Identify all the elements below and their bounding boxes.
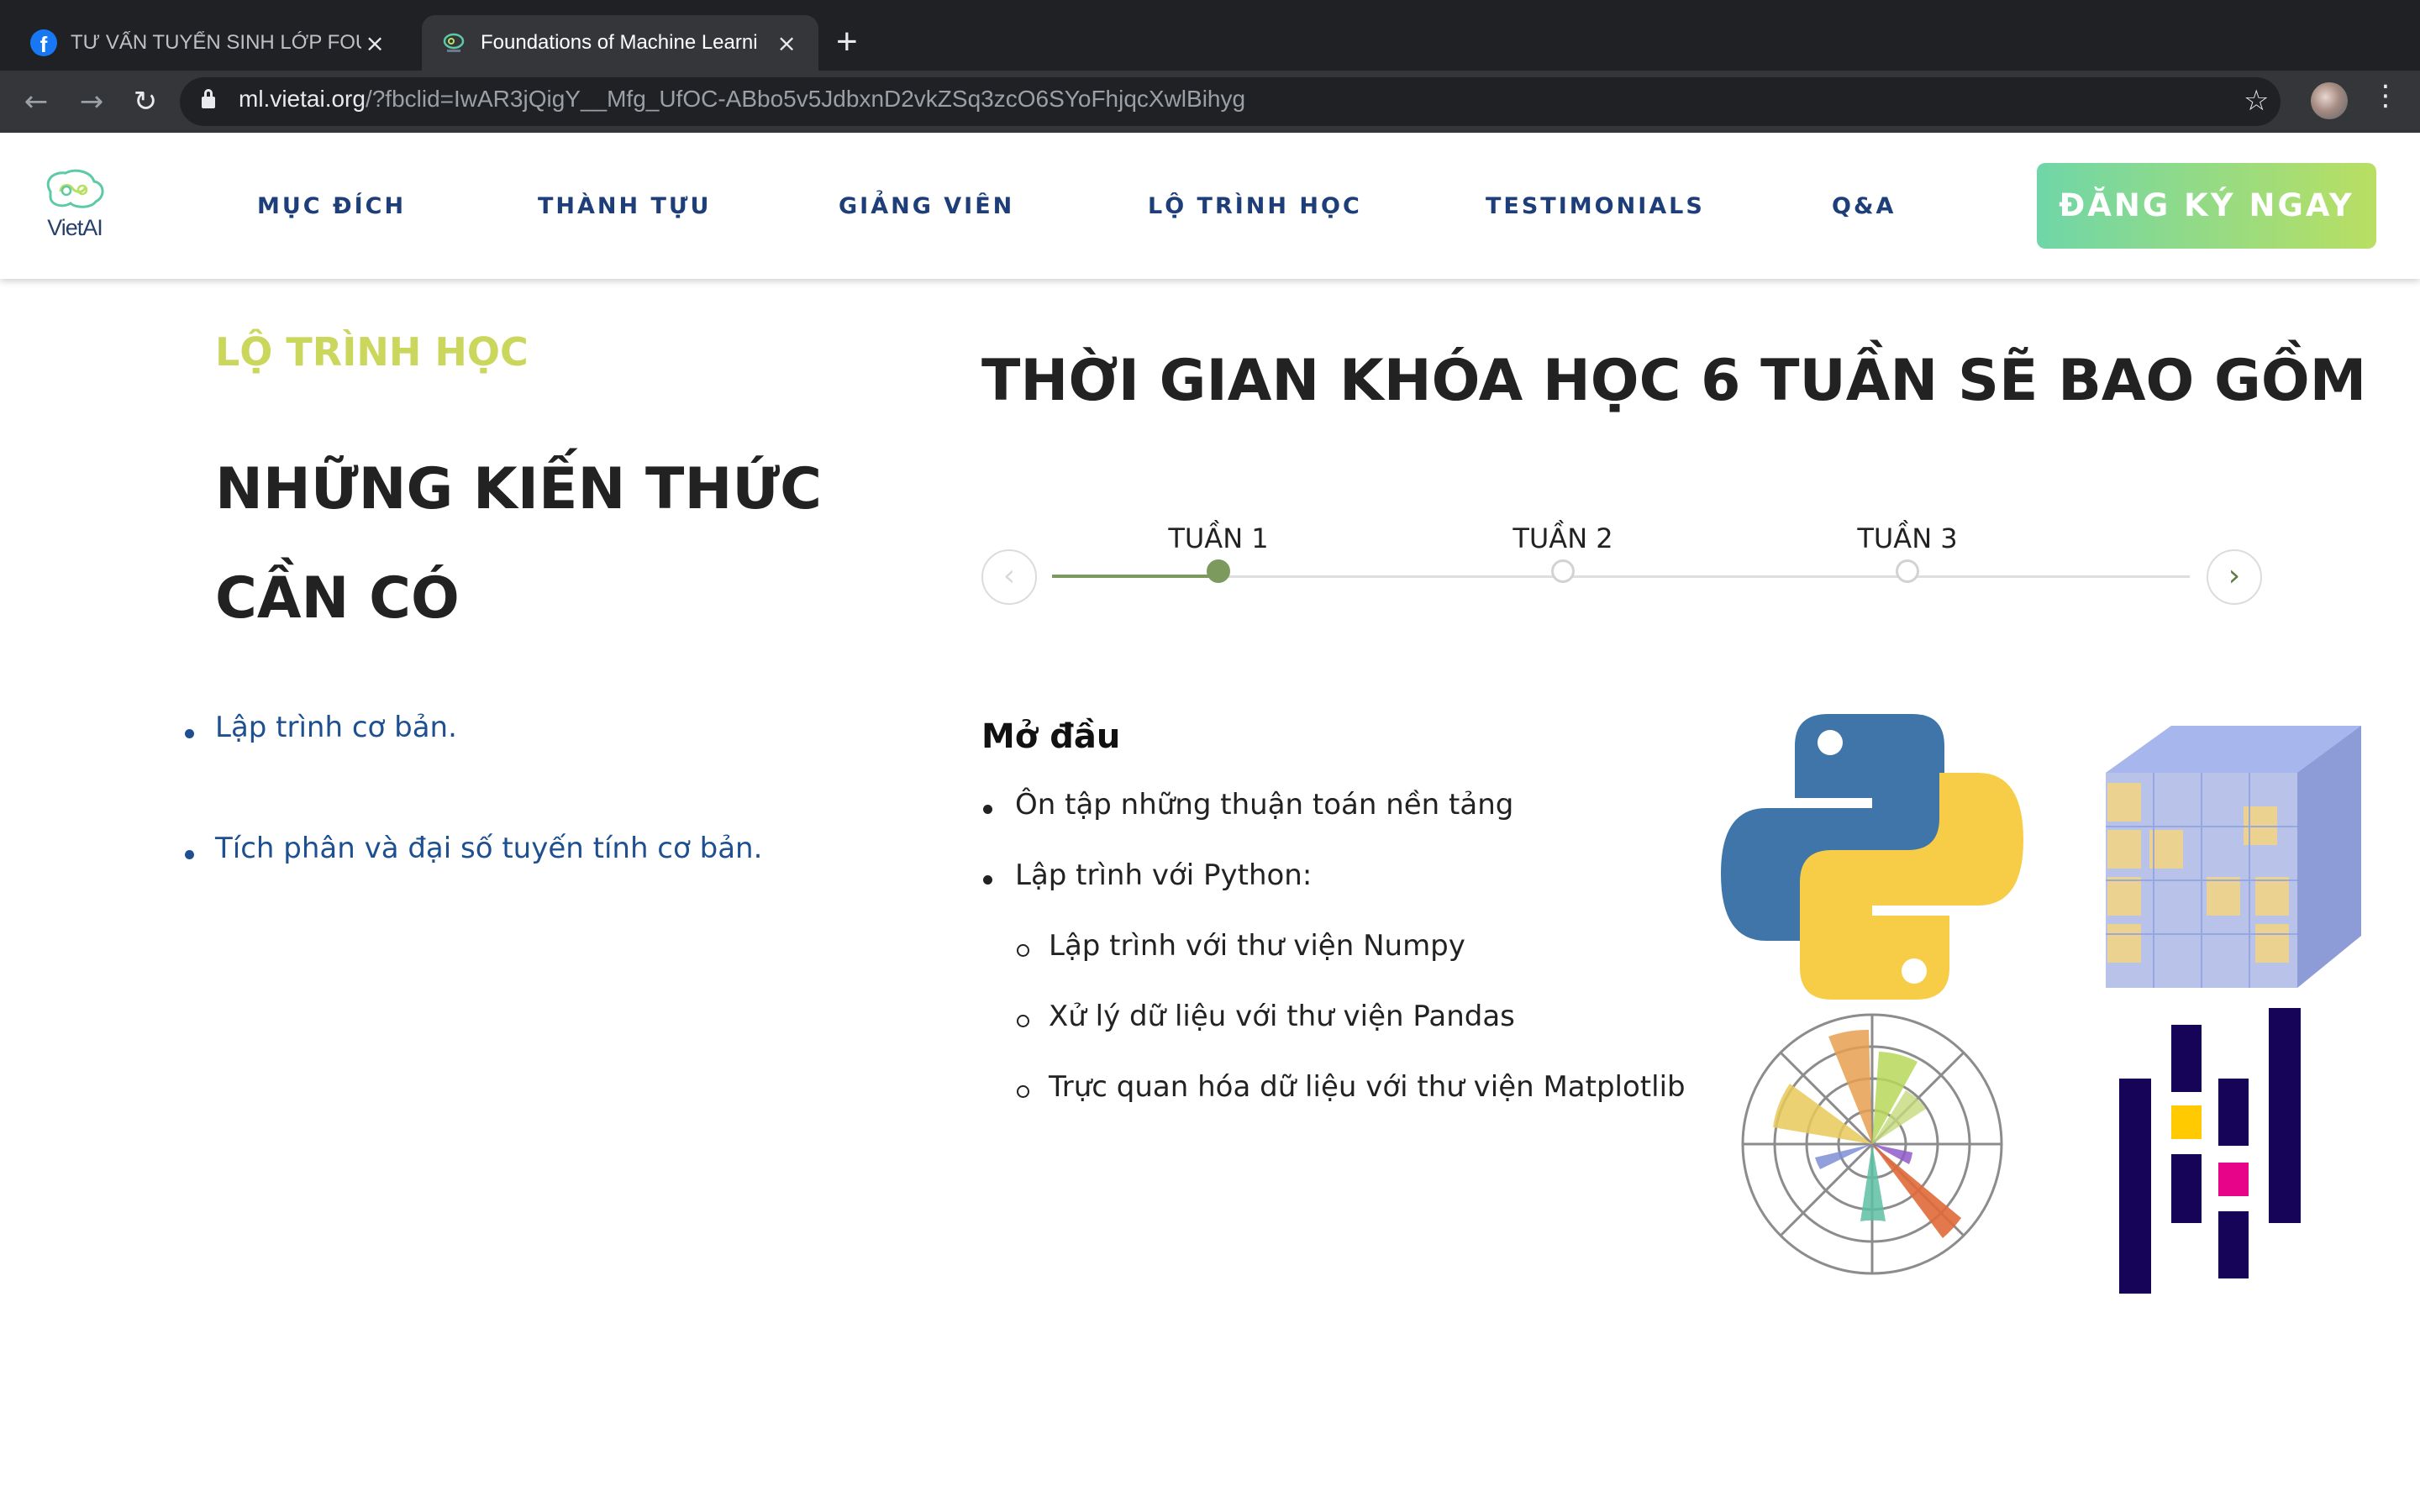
url-text[interactable]: ml.vietai.org/?fbclid=IwAR3jQigY__Mfg_Uf… bbox=[239, 86, 1245, 113]
register-now-button[interactable]: ĐĂNG KÝ NGAY bbox=[2037, 163, 2376, 249]
week-content-list: Ôn tập những thuận toán nền tảng Lập trì… bbox=[981, 788, 1686, 1141]
week-dot bbox=[1551, 559, 1575, 583]
matplotlib-logo-icon bbox=[1741, 1013, 2003, 1275]
list-item: Lập trình cơ bản. bbox=[184, 711, 762, 832]
timeline-progress bbox=[1052, 575, 1220, 578]
close-tab-icon[interactable]: × bbox=[773, 29, 800, 57]
lock-icon[interactable] bbox=[202, 89, 215, 108]
week-section-title: Mở đầu bbox=[981, 717, 1121, 756]
course-duration-title: THỜI GIAN KHÓA HỌC 6 TUẦN SẼ BAO GỒM bbox=[981, 348, 2367, 414]
week-label: TUẦN 3 bbox=[1857, 522, 1958, 554]
next-week-button[interactable]: › bbox=[2207, 549, 2262, 605]
logo-text: VietAI bbox=[47, 215, 103, 240]
tab-title: TƯ VẤN TUYỂN SINH LỚP FOU bbox=[71, 31, 362, 54]
browser-tab-strip: f TƯ VẤN TUYỂN SINH LỚP FOU × Foundation… bbox=[0, 0, 2420, 71]
sub-list-item: Trực quan hóa dữ liệu với thư viện Matpl… bbox=[981, 1070, 1686, 1141]
week-label: TUẦN 1 bbox=[1168, 522, 1269, 554]
reload-icon[interactable]: ↻ bbox=[124, 81, 166, 123]
profile-avatar[interactable] bbox=[2311, 82, 2348, 119]
facebook-icon: f bbox=[30, 29, 57, 56]
week-tab-3[interactable]: TUẦN 3 bbox=[1823, 522, 1991, 583]
section-label: LỘ TRÌNH HỌC bbox=[215, 329, 529, 375]
prerequisites-title: NHỮNG KIẾN THỨC CẦN CÓ bbox=[215, 456, 823, 632]
python-logo-icon bbox=[1721, 714, 2023, 1000]
prerequisites-list: Lập trình cơ bản. Tích phân và đại số tu… bbox=[184, 711, 762, 953]
sub-list-item: Lập trình với thư viện Numpy bbox=[981, 929, 1686, 1000]
browser-tab-active[interactable]: Foundations of Machine Learni × bbox=[422, 15, 818, 71]
tab-title: Foundations of Machine Learni bbox=[481, 31, 758, 54]
sub-list-item: Xử lý dữ liệu với thư viện Pandas bbox=[981, 1000, 1686, 1070]
nav-muc-dich[interactable]: MỤC ĐÍCH bbox=[257, 193, 406, 219]
vietai-favicon-icon bbox=[440, 29, 467, 56]
site-header: VietAI MỤC ĐÍCH THÀNH TỰU GIẢNG VIÊN LỘ … bbox=[0, 133, 2420, 279]
list-item: Ôn tập những thuận toán nền tảng bbox=[981, 788, 1686, 858]
bookmark-star-icon[interactable]: ☆ bbox=[2244, 84, 2269, 118]
prev-week-button[interactable]: ‹ bbox=[981, 549, 1037, 605]
nav-lo-trinh-hoc[interactable]: LỘ TRÌNH HỌC bbox=[1148, 193, 1362, 219]
list-item: Tích phân và đại số tuyến tính cơ bản. bbox=[184, 832, 762, 953]
nav-giang-vien[interactable]: GIẢNG VIÊN bbox=[839, 193, 1014, 219]
numpy-logo-icon bbox=[2106, 726, 2361, 988]
list-item: Lập trình với Python: bbox=[981, 858, 1686, 929]
week-label: TUẦN 2 bbox=[1512, 522, 1613, 554]
nav-thanh-tuu[interactable]: THÀNH TỰU bbox=[538, 193, 711, 219]
nav-testimonials[interactable]: TESTIMONIALS bbox=[1486, 193, 1705, 219]
week-tab-1[interactable]: TUẦN 1 bbox=[1134, 522, 1302, 583]
new-tab-button[interactable]: + bbox=[836, 20, 858, 64]
forward-arrow-icon[interactable]: → bbox=[71, 81, 113, 123]
week-dot bbox=[1896, 559, 1919, 583]
back-arrow-icon[interactable]: ← bbox=[15, 81, 57, 123]
week-tab-2[interactable]: TUẦN 2 bbox=[1479, 522, 1647, 583]
close-tab-icon[interactable]: × bbox=[361, 29, 388, 57]
pandas-logo-icon bbox=[2119, 1008, 2301, 1294]
browser-menu-icon[interactable]: ⋮ bbox=[2371, 79, 2400, 113]
vietai-logo-icon bbox=[46, 169, 104, 208]
nav-qa[interactable]: Q&A bbox=[1832, 193, 1896, 219]
vietai-logo[interactable]: VietAI bbox=[39, 166, 111, 247]
browser-tab-facebook[interactable]: f TƯ VẤN TUYỂN SINH LỚP FOU × bbox=[12, 15, 407, 71]
browser-toolbar: ← → ↻ ml.vietai.org/?fbclid=IwAR3jQigY__… bbox=[0, 71, 2420, 133]
week-dot bbox=[1207, 559, 1230, 583]
